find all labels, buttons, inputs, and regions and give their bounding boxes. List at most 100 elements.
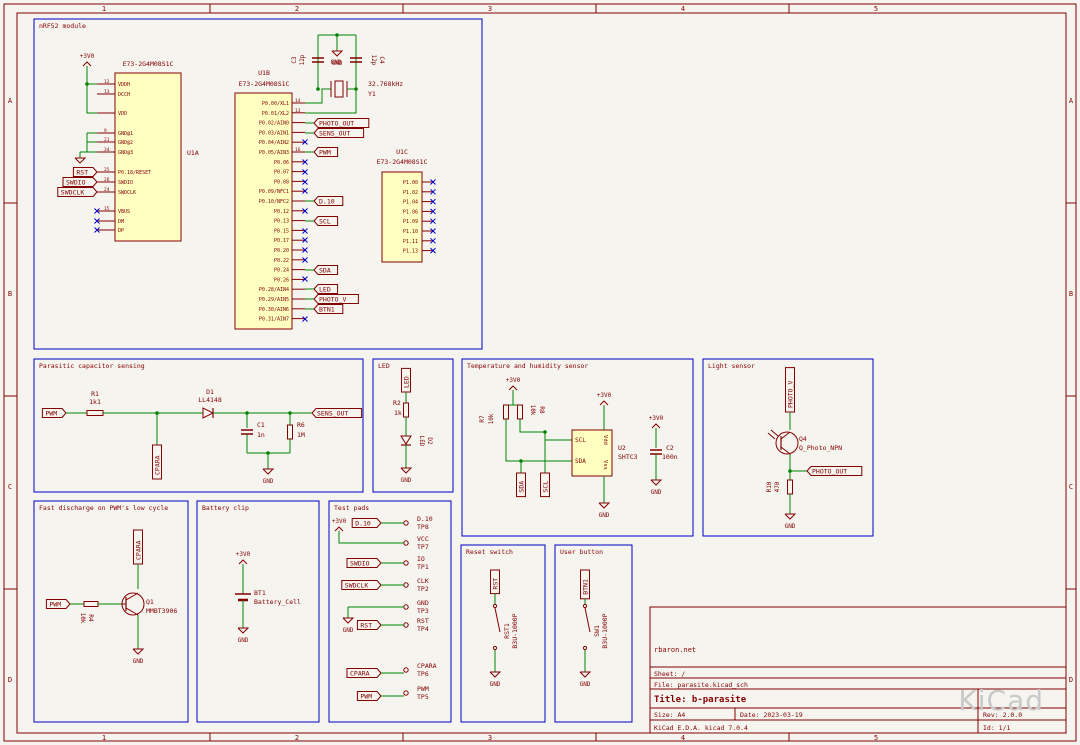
u1a-pin-label: VDDH (118, 82, 130, 88)
section-led (372, 358, 454, 493)
u1b-pin-label: P0.01/XL2 (262, 111, 289, 117)
u1b-pin-label: P0.07 (274, 170, 289, 176)
test-pad-ref: TP8 (417, 523, 429, 531)
tb-size: Size: A4 (654, 711, 685, 719)
test-pad-name: CLK (417, 577, 429, 585)
power-label: +3V0 (597, 392, 612, 399)
resistor (503, 404, 509, 420)
gnd-label: GND (133, 658, 144, 665)
ground-symbol (342, 617, 355, 624)
d1-value: LL4148 (198, 396, 222, 404)
user-button-ref: SW1 (593, 625, 601, 637)
resistor (403, 402, 409, 418)
frame-col-label: 1 (102, 5, 106, 13)
junction (543, 430, 547, 434)
u1b-pin-label: P0.12 (274, 209, 289, 215)
tb-id: Id: 1/1 (983, 724, 1010, 732)
frame-row-label: A (1069, 97, 1074, 105)
u1b-pin-label: P0.08 (274, 179, 289, 185)
test-pad (403, 622, 409, 628)
tb-tool: KiCad E.D.A. kicad 7.0.4 (654, 724, 748, 732)
u1b-ref: U1B (258, 69, 270, 77)
ground-symbol (650, 479, 663, 486)
power-symbol (238, 559, 248, 565)
section-nrf52-title: nRF52 module (39, 22, 86, 30)
r7-ref: R7 (479, 415, 486, 423)
test-pad-ref: TP1 (417, 563, 429, 571)
resistor (83, 601, 99, 607)
reset-switch-lever (494, 607, 501, 633)
frame-col-label: 4 (681, 734, 685, 742)
ground-symbol (579, 671, 592, 678)
test-pad (403, 540, 409, 546)
power-label: +3V0 (80, 53, 95, 60)
r1-ref: R1 (91, 390, 99, 398)
u1c-pin-label: P1.00 (403, 180, 418, 186)
u1c-pin-label: P1.10 (403, 229, 418, 235)
power-label: +3V0 (236, 551, 251, 558)
ground-symbol (74, 157, 87, 164)
test-pad (403, 582, 409, 588)
section-temperature-title: Temperature and humidity sensor (467, 362, 588, 370)
c2-ref: C2 (666, 444, 674, 452)
u1b-pin-label: P0.13 (274, 219, 289, 225)
ground-symbol (598, 502, 611, 509)
ground-symbol (237, 627, 250, 634)
wire (86, 66, 97, 114)
u1c-pin-label: P1.06 (403, 209, 418, 215)
u1a-label-swdio: SWDIO (66, 179, 86, 187)
r10-ref: R10 (766, 481, 773, 492)
u1b-pin-label: P0.17 (274, 238, 289, 244)
r4-value: 10k (79, 613, 86, 624)
resistor (787, 479, 793, 495)
test-pad (403, 560, 409, 566)
u1a-pin-number: 34 (104, 147, 110, 153)
u1a-pin-number: 26 (104, 177, 110, 183)
u1a-pin-number: 9 (104, 128, 107, 134)
u1a-pin-label: VBUS (118, 209, 130, 215)
gnd-label: GND (331, 59, 342, 66)
u1a-pin-number: 12 (104, 79, 110, 85)
u1a-pin-number: 15 (104, 206, 110, 212)
frame-col-label: 5 (874, 734, 878, 742)
power-symbol (599, 400, 609, 406)
u1a-label-swdclk: SWDCLK (61, 189, 85, 197)
u1b-global-label: SCL (319, 218, 331, 226)
u1b-pin-number: 14 (295, 98, 301, 104)
power-label: +3V0 (332, 518, 347, 525)
u1a-pin-label: VDD (118, 111, 127, 117)
temp-scl-label: SCL (542, 481, 550, 493)
section-battery-title: Battery clip (202, 504, 249, 512)
u1b-global-label: SENS_OUT (319, 130, 350, 138)
u2-value: SHTC3 (618, 453, 638, 461)
u1b-pin-label: P0.20 (274, 248, 289, 254)
frame-row-label: B (8, 290, 12, 298)
frame-row-label: B (1069, 290, 1073, 298)
user-button-value: B3U-1000P (601, 613, 609, 648)
frame-row-label: C (1069, 483, 1073, 491)
c3-ref: C3 (291, 56, 298, 64)
u1b-pin-label: P0.24 (274, 268, 289, 274)
u1a-pin-label: SWDCLK (118, 190, 136, 196)
r6-value: 1M (297, 431, 305, 439)
frame-col-label: 2 (295, 5, 299, 13)
tp-label-cpara: CPARA (350, 670, 370, 678)
test-pad-name: D.10 (417, 515, 433, 523)
wire (519, 419, 546, 473)
q4-ref: Q4 (799, 435, 807, 443)
u1a-body (114, 72, 182, 242)
test-pad-ref: TP5 (417, 693, 429, 701)
test-pad-name: VCC (417, 535, 429, 543)
frame-col-label: 3 (488, 5, 492, 13)
frame-row-label: C (8, 483, 12, 491)
ground-symbol (262, 468, 275, 475)
c4-value: 12p (370, 55, 377, 66)
fast-pwm-label: PWM (49, 601, 61, 609)
u1a-part: E73-2G4M08S1C (123, 60, 174, 68)
r8-value: 10k (529, 405, 536, 416)
d2-ref: D2 (426, 437, 433, 445)
frame-row-label: D (8, 676, 12, 684)
section-parasitic-title: Parasitic capacitor sensing (39, 362, 145, 370)
u1b-pin-label: P0.30/AIN6 (259, 307, 289, 313)
u1b-pin-label: P0.00/XL1 (262, 101, 289, 107)
